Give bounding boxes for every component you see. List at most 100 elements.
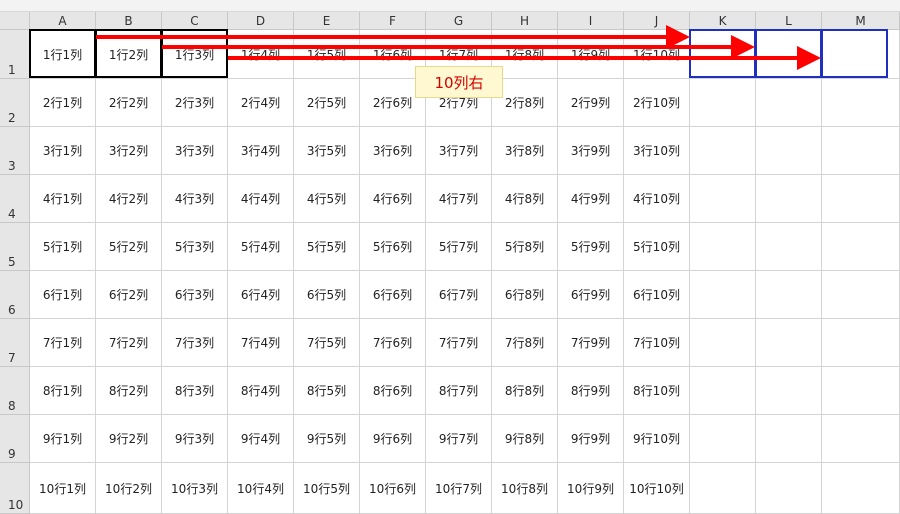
cell-l4[interactable] <box>756 175 822 223</box>
cell-k4[interactable] <box>690 175 756 223</box>
cell-l7[interactable] <box>756 319 822 367</box>
cell-h10[interactable]: 10行8列 <box>492 463 558 514</box>
column-header-j[interactable]: J <box>624 12 690 30</box>
cell-l5[interactable] <box>756 223 822 271</box>
column-header-i[interactable]: I <box>558 12 624 30</box>
cell-a4[interactable]: 4行1列 <box>30 175 96 223</box>
cell-f7[interactable]: 7行6列 <box>360 319 426 367</box>
cell-i10[interactable]: 10行9列 <box>558 463 624 514</box>
cell-l9[interactable] <box>756 415 822 463</box>
cell-h7[interactable]: 7行8列 <box>492 319 558 367</box>
cell-d9[interactable]: 9行4列 <box>228 415 294 463</box>
cell-l2[interactable] <box>756 79 822 127</box>
cell-g8[interactable]: 8行7列 <box>426 367 492 415</box>
cell-g6[interactable]: 6行7列 <box>426 271 492 319</box>
cell-m6[interactable] <box>822 271 900 319</box>
cell-k8[interactable] <box>690 367 756 415</box>
cell-b6[interactable]: 6行2列 <box>96 271 162 319</box>
cell-g10[interactable]: 10行7列 <box>426 463 492 514</box>
cell-e2[interactable]: 2行5列 <box>294 79 360 127</box>
cell-h4[interactable]: 4行8列 <box>492 175 558 223</box>
cell-b7[interactable]: 7行2列 <box>96 319 162 367</box>
cell-e7[interactable]: 7行5列 <box>294 319 360 367</box>
cell-i6[interactable]: 6行9列 <box>558 271 624 319</box>
cell-g7[interactable]: 7行7列 <box>426 319 492 367</box>
cell-a9[interactable]: 9行1列 <box>30 415 96 463</box>
row-header-10[interactable]: 10 <box>0 463 30 514</box>
cell-e4[interactable]: 4行5列 <box>294 175 360 223</box>
cell-m5[interactable] <box>822 223 900 271</box>
cell-e10[interactable]: 10行5列 <box>294 463 360 514</box>
cell-k6[interactable] <box>690 271 756 319</box>
cell-d5[interactable]: 5行4列 <box>228 223 294 271</box>
column-header-b[interactable]: B <box>96 12 162 30</box>
cell-g5[interactable]: 5行7列 <box>426 223 492 271</box>
cell-b5[interactable]: 5行2列 <box>96 223 162 271</box>
cell-c10[interactable]: 10行3列 <box>162 463 228 514</box>
cell-c1[interactable]: 1行3列 <box>162 30 228 79</box>
cell-f6[interactable]: 6行6列 <box>360 271 426 319</box>
cell-f10[interactable]: 10行6列 <box>360 463 426 514</box>
cell-c4[interactable]: 4行3列 <box>162 175 228 223</box>
cell-m3[interactable] <box>822 127 900 175</box>
cell-k5[interactable] <box>690 223 756 271</box>
cell-k10[interactable] <box>690 463 756 514</box>
column-header-l[interactable]: L <box>756 12 822 30</box>
cell-d7[interactable]: 7行4列 <box>228 319 294 367</box>
cell-b4[interactable]: 4行2列 <box>96 175 162 223</box>
cell-i1[interactable]: 1行9列 <box>558 30 624 79</box>
column-header-m[interactable]: M <box>822 12 900 30</box>
cell-i8[interactable]: 8行9列 <box>558 367 624 415</box>
cell-j7[interactable]: 7行10列 <box>624 319 690 367</box>
cell-i2[interactable]: 2行9列 <box>558 79 624 127</box>
cell-g4[interactable]: 4行7列 <box>426 175 492 223</box>
cell-g3[interactable]: 3行7列 <box>426 127 492 175</box>
cell-j5[interactable]: 5行10列 <box>624 223 690 271</box>
row-header-9[interactable]: 9 <box>0 415 30 463</box>
cell-a3[interactable]: 3行1列 <box>30 127 96 175</box>
cell-j3[interactable]: 3行10列 <box>624 127 690 175</box>
cell-l10[interactable] <box>756 463 822 514</box>
cell-g9[interactable]: 9行7列 <box>426 415 492 463</box>
cell-e5[interactable]: 5行5列 <box>294 223 360 271</box>
cell-c3[interactable]: 3行3列 <box>162 127 228 175</box>
column-header-h[interactable]: H <box>492 12 558 30</box>
cell-a10[interactable]: 10行1列 <box>30 463 96 514</box>
cell-k2[interactable] <box>690 79 756 127</box>
cell-b3[interactable]: 3行2列 <box>96 127 162 175</box>
cell-j1[interactable]: 1行10列 <box>624 30 690 79</box>
cell-h9[interactable]: 9行8列 <box>492 415 558 463</box>
cell-b9[interactable]: 9行2列 <box>96 415 162 463</box>
cell-m10[interactable] <box>822 463 900 514</box>
cell-f4[interactable]: 4行6列 <box>360 175 426 223</box>
cell-d3[interactable]: 3行4列 <box>228 127 294 175</box>
cell-h3[interactable]: 3行8列 <box>492 127 558 175</box>
cell-f8[interactable]: 8行6列 <box>360 367 426 415</box>
cell-b8[interactable]: 8行2列 <box>96 367 162 415</box>
cell-j10[interactable]: 10行10列 <box>624 463 690 514</box>
cell-f9[interactable]: 9行6列 <box>360 415 426 463</box>
cell-h5[interactable]: 5行8列 <box>492 223 558 271</box>
cell-l3[interactable] <box>756 127 822 175</box>
cell-c6[interactable]: 6行3列 <box>162 271 228 319</box>
cell-m9[interactable] <box>822 415 900 463</box>
cell-k7[interactable] <box>690 319 756 367</box>
row-header-6[interactable]: 6 <box>0 271 30 319</box>
cell-e8[interactable]: 8行5列 <box>294 367 360 415</box>
cell-m8[interactable] <box>822 367 900 415</box>
cell-h6[interactable]: 6行8列 <box>492 271 558 319</box>
cell-c2[interactable]: 2行3列 <box>162 79 228 127</box>
row-header-8[interactable]: 8 <box>0 367 30 415</box>
cell-d1[interactable]: 1行4列 <box>228 30 294 79</box>
cell-k1[interactable] <box>690 30 756 79</box>
cell-a6[interactable]: 6行1列 <box>30 271 96 319</box>
cell-d8[interactable]: 8行4列 <box>228 367 294 415</box>
cell-a2[interactable]: 2行1列 <box>30 79 96 127</box>
cell-k3[interactable] <box>690 127 756 175</box>
row-header-2[interactable]: 2 <box>0 79 30 127</box>
cell-c5[interactable]: 5行3列 <box>162 223 228 271</box>
column-header-e[interactable]: E <box>294 12 360 30</box>
column-header-a[interactable]: A <box>30 12 96 30</box>
row-header-1[interactable]: 1 <box>0 30 30 79</box>
column-header-k[interactable]: K <box>690 12 756 30</box>
